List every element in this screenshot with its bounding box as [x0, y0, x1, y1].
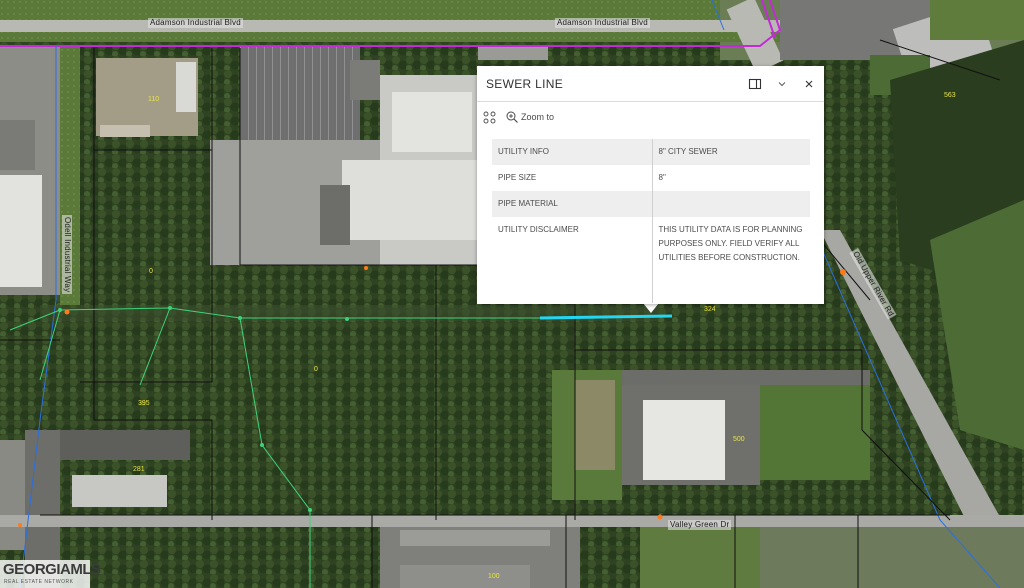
selected-sewer-line[interactable]: [539, 314, 673, 320]
zoom-to-button[interactable]: Zoom to: [505, 109, 565, 127]
parcel-number: 100: [488, 573, 500, 580]
close-icon: [805, 80, 813, 88]
zoom-to-label: Zoom to: [521, 112, 555, 122]
attribute-value: 8" CITY SEWER: [651, 139, 810, 165]
attribute-value: 8": [651, 165, 810, 191]
parcel-number: 395: [138, 400, 150, 407]
parcel-number: 563: [944, 92, 956, 99]
table-row: PIPE MATERIAL: [492, 191, 810, 217]
dock-icon: [748, 78, 762, 90]
attribute-key: UTILITY INFO: [492, 139, 652, 165]
dock-button[interactable]: [745, 74, 765, 94]
road-label-bottom: Valley Green Dr: [668, 520, 732, 530]
close-button[interactable]: [799, 74, 819, 94]
road-label-top-right: Adamson Industrial Blvd: [555, 18, 650, 28]
table-row: PIPE SIZE 8": [492, 165, 810, 191]
attribute-value: [651, 191, 810, 217]
table-row: UTILITY INFO 8" CITY SEWER: [492, 139, 810, 165]
attribute-key: PIPE MATERIAL: [492, 191, 652, 217]
popup-actions: Zoom to: [477, 103, 824, 133]
popup-title: SEWER LINE: [486, 77, 564, 91]
georgiamls-logo: GEORGIAMLS REAL ESTATE NETWORK: [0, 560, 101, 588]
parcel-number: 324: [704, 306, 716, 313]
road-label-left-vertical: Odell Industrial Way: [62, 215, 72, 295]
parcel-number: 281: [133, 466, 145, 473]
road-label-top-left: Adamson Industrial Blvd: [148, 18, 243, 28]
popup-pointer: [643, 303, 659, 313]
parcel-number: 110: [148, 96, 160, 103]
parcel-number: 0: [314, 366, 318, 373]
popup-header: SEWER LINE: [477, 66, 824, 102]
attribute-table: UTILITY INFO 8" CITY SEWER PIPE SIZE 8" …: [492, 139, 810, 303]
parcel-number: 0: [149, 268, 153, 275]
chevron-down-icon: [778, 82, 786, 87]
attribute-value: THIS UTILITY DATA IS FOR PLANNING PURPOS…: [651, 217, 810, 303]
zoom-in-icon: [506, 111, 518, 123]
more-options-button[interactable]: [483, 109, 497, 127]
collapse-button[interactable]: [772, 74, 792, 94]
feature-popup: SEWER LINE Zoom to UTILITY INFO 8" CITY …: [477, 66, 824, 304]
attribute-key: UTILITY DISCLAIMER: [498, 225, 579, 234]
more-options-icon: [483, 111, 496, 124]
parcel-number: 500: [733, 436, 745, 443]
table-row: UTILITY DISCLAIMER THIS UTILITY DATA IS …: [492, 217, 810, 303]
attribute-key: PIPE SIZE: [498, 173, 537, 182]
